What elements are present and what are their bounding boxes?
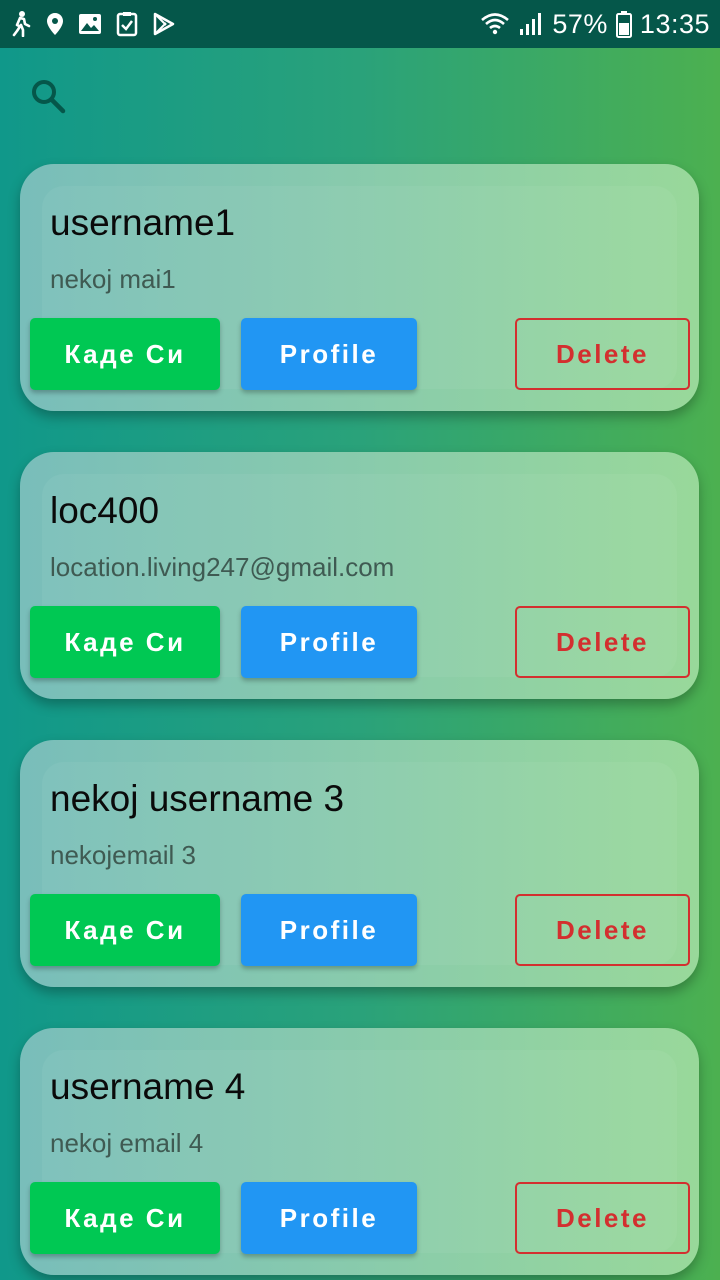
username-label: username 4 [50,1066,246,1107]
username-label: loc400 [50,490,160,531]
user-card: nekoj username 3 nekojemail 3 Каде Си Pr… [20,740,699,987]
email-label: nekoj mai1 [50,264,176,294]
kade-si-button[interactable]: Каде Си [30,606,220,678]
image-icon [78,13,102,35]
kade-si-button[interactable]: Каде Си [30,1182,220,1254]
delete-button[interactable]: Delete [515,318,690,390]
username-label: nekoj username 3 [50,778,345,819]
kade-si-button[interactable]: Каде Си [30,318,220,390]
search-button[interactable] [24,74,72,122]
status-bar: 57% 13:35 [0,0,720,48]
delete-button[interactable]: Delete [515,894,690,966]
app-screen: 57% 13:35 username1 nekoj mai1 Каде Си P… [0,0,720,1280]
status-bar-system: 57% 13:35 [480,0,710,48]
battery-percent: 57% [552,8,608,39]
user-card: username 4 nekoj email 4 Каде Си Profile… [20,1028,699,1275]
email-label: location.living247@gmail.com [50,552,395,582]
kade-si-button[interactable]: Каде Си [30,894,220,966]
profile-button[interactable]: Profile [241,318,417,390]
location-pin-icon [46,12,64,36]
status-time: 13:35 [639,8,710,39]
user-card: loc400 location.living247@gmail.com Каде… [20,452,699,699]
delete-button[interactable]: Delete [515,606,690,678]
profile-button[interactable]: Profile [241,1182,417,1254]
search-icon[interactable] [29,77,67,120]
wifi-icon [480,11,510,37]
delete-button[interactable]: Delete [515,1182,690,1254]
signal-icon [518,12,544,36]
user-card: username1 nekoj mai1 Каде Си Profile Del… [20,164,699,411]
email-label: nekoj email 4 [50,1128,204,1158]
profile-button[interactable]: Profile [241,894,417,966]
email-label: nekojemail 3 [50,840,196,870]
battery-icon [615,10,632,38]
username-label: username1 [50,202,236,243]
walk-icon [10,11,32,37]
status-bar-notifications [10,0,176,48]
profile-button[interactable]: Profile [241,606,417,678]
play-store-icon [152,12,176,36]
clipboard-check-icon [116,11,138,37]
